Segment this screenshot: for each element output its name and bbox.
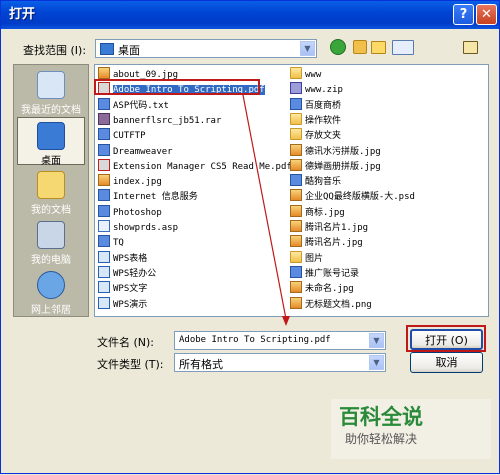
watermark-logo: 百科全说 助你轻松解决 [331,399,491,459]
watermark-subtitle: 助你轻松解决 [345,432,418,446]
watermark-title: 百科全说 [339,405,423,429]
open-dialog: 打开 ? ✕ 查找范围 (I): 桌面 ▼ 我最近的文档 桌面 我的文档 我的电… [0,0,500,474]
